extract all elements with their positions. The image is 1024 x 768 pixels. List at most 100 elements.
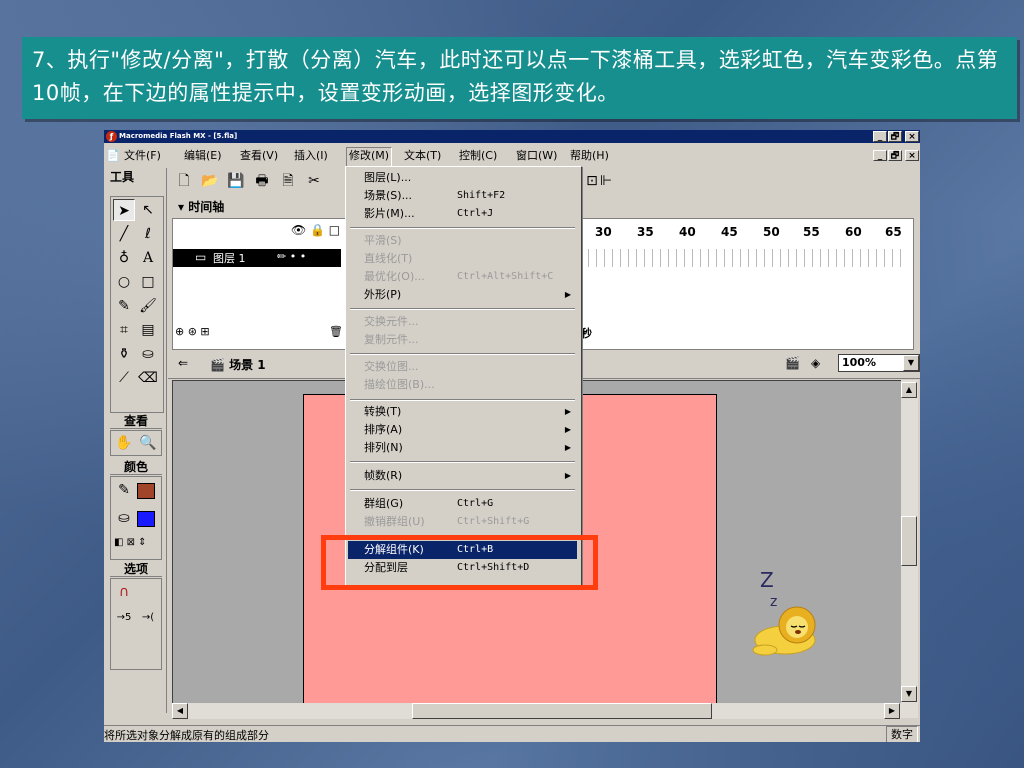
pen-tool-icon[interactable]: ♁ bbox=[113, 247, 135, 269]
menu-item-scene[interactable]: 场景(S)... Shift+F2 bbox=[348, 187, 577, 205]
edit-symbol-icon[interactable]: ◈ bbox=[811, 356, 820, 370]
frame-cells[interactable] bbox=[581, 249, 901, 267]
paint-bucket-tool-icon[interactable]: ⛀ bbox=[137, 343, 159, 365]
doc-restore-button[interactable]: 🗗 bbox=[888, 150, 902, 161]
menu-item-straighten[interactable]: 直线化(T) bbox=[348, 250, 577, 268]
menu-edit[interactable]: 编辑(E) bbox=[184, 147, 222, 165]
frame-number: 60 bbox=[845, 225, 862, 239]
straighten-icon[interactable]: →( bbox=[137, 607, 159, 629]
doc-close-button[interactable]: × bbox=[905, 150, 919, 161]
layer-row[interactable]: ▭ 图层 1 ✏ • • bbox=[173, 249, 341, 267]
save-icon[interactable]: 💾 bbox=[226, 171, 246, 191]
line-tool-icon[interactable]: ╱ bbox=[113, 223, 135, 245]
lasso-tool-icon[interactable]: ℓ bbox=[137, 223, 159, 245]
scroll-up-icon[interactable]: ▲ bbox=[901, 382, 917, 398]
fill-color-swatch[interactable] bbox=[137, 511, 155, 527]
menu-item-trace-bitmap[interactable]: 描绘位图(B)... bbox=[348, 376, 577, 394]
eye-lock-outline-icons[interactable]: 👁 🔒 □ bbox=[291, 223, 340, 237]
free-transform-tool-icon[interactable]: ⌗ bbox=[113, 319, 135, 341]
zoom-select[interactable]: 100% ▼ bbox=[838, 354, 920, 372]
hscroll-thumb[interactable] bbox=[412, 703, 712, 719]
menu-file[interactable]: 文件(F) bbox=[124, 147, 161, 165]
menu-item-label: 直线化(T) bbox=[364, 252, 413, 265]
menu-item-swap-symbol[interactable]: 交换元件... bbox=[348, 313, 577, 331]
statusbar: 将所选对象分解成原有的组成部分 数字 bbox=[104, 725, 920, 742]
menu-item-shortcut: Shift+F2 bbox=[457, 190, 506, 201]
scroll-right-icon[interactable]: ▶ bbox=[884, 703, 900, 719]
new-file-icon[interactable]: 🗋 bbox=[174, 171, 194, 191]
menu-item-layer[interactable]: 图层(L)... bbox=[348, 169, 577, 187]
menu-item-label: 描绘位图(B)... bbox=[364, 378, 435, 391]
scroll-left-icon[interactable]: ◀ bbox=[172, 703, 188, 719]
color-swap-icons[interactable]: ◧ ⊠ ⇕ bbox=[114, 537, 147, 548]
align-icon[interactable]: ⊩ bbox=[596, 171, 616, 191]
fill-transform-tool-icon[interactable]: ▤ bbox=[137, 319, 159, 341]
stroke-color-swatch[interactable] bbox=[137, 483, 155, 499]
scroll-down-icon[interactable]: ▼ bbox=[901, 686, 917, 702]
print-icon[interactable]: 🖶 bbox=[252, 171, 272, 191]
menu-item-shape[interactable]: 外形(P) ▶ bbox=[348, 286, 577, 304]
menu-item-label: 复制元件... bbox=[364, 333, 419, 346]
back-arrow-icon[interactable]: ⇐ bbox=[178, 356, 188, 370]
timeline-label: ▾ 时间轴 bbox=[178, 198, 224, 215]
window-titlebar: ƒ Macromedia Flash MX - [5.fla] _ 🗗 × bbox=[104, 130, 920, 143]
cut-icon[interactable]: ✂ bbox=[304, 171, 324, 191]
subselect-tool-icon[interactable]: ↖ bbox=[137, 199, 159, 221]
frame-number: 65 bbox=[885, 225, 902, 239]
menu-item-smooth[interactable]: 平滑(S) bbox=[348, 232, 577, 250]
menu-item-ungroup[interactable]: 撤销群组(U) Ctrl+Shift+G bbox=[348, 513, 577, 531]
menu-item-frames[interactable]: 帧数(R) ▶ bbox=[348, 467, 577, 485]
chevron-down-icon[interactable]: ▼ bbox=[903, 355, 919, 371]
menu-item-transform[interactable]: 转换(T) ▶ bbox=[348, 403, 577, 421]
trash-icon[interactable]: 🗑 bbox=[329, 325, 343, 338]
timeline-title: 时间轴 bbox=[188, 200, 225, 214]
menu-item-optimize[interactable]: 最优化(O)... Ctrl+Alt+Shift+C bbox=[348, 268, 577, 286]
horizontal-scrollbar[interactable]: ◀ ▶ bbox=[172, 703, 901, 719]
menu-item-group[interactable]: 群组(G) Ctrl+G bbox=[348, 495, 577, 513]
menu-modify[interactable]: 修改(M) bbox=[346, 147, 393, 167]
menu-separator bbox=[350, 353, 575, 355]
menu-item-duplicate-symbol[interactable]: 复制元件... bbox=[348, 331, 577, 349]
menu-item-label: 交换元件... bbox=[364, 315, 419, 328]
rectangle-tool-icon[interactable]: □ bbox=[137, 271, 159, 293]
smooth-icon[interactable]: →5 bbox=[113, 607, 135, 629]
open-file-icon[interactable]: 📂 bbox=[200, 171, 220, 191]
scroll-thumb[interactable] bbox=[901, 516, 917, 566]
color-tools: ✎ ⛀ ◧ ⊠ ⇕ bbox=[110, 476, 162, 560]
pencil-edit-icon: ✏ • • bbox=[277, 250, 307, 263]
menu-item-movie[interactable]: 影片(M)... Ctrl+J bbox=[348, 205, 577, 223]
menu-item-swap-bitmap[interactable]: 交换位图... bbox=[348, 358, 577, 376]
eraser-tool-icon[interactable]: ⌫ bbox=[137, 367, 159, 389]
brush-tool-icon[interactable]: 🖌 bbox=[137, 295, 159, 317]
menu-text[interactable]: 文本(T) bbox=[404, 147, 441, 165]
restore-button[interactable]: 🗗 bbox=[888, 131, 902, 142]
menu-item-align[interactable]: 排列(N) ▶ bbox=[348, 439, 577, 457]
oval-tool-icon[interactable]: ○ bbox=[113, 271, 135, 293]
menu-insert[interactable]: 插入(I) bbox=[294, 147, 328, 165]
close-button[interactable]: × bbox=[905, 131, 919, 142]
layer-icon: ▭ bbox=[195, 250, 207, 264]
ink-bottle-tool-icon[interactable]: ⚱ bbox=[113, 343, 135, 365]
minimize-button[interactable]: _ bbox=[873, 131, 887, 142]
print-preview-icon[interactable]: 🗎 bbox=[278, 171, 298, 191]
menu-window[interactable]: 窗口(W) bbox=[516, 147, 557, 165]
hand-tool-icon[interactable]: ✋ bbox=[113, 432, 135, 454]
zoom-tool-icon[interactable]: 🔍 bbox=[137, 432, 159, 454]
doc-minimize-button[interactable]: _ bbox=[873, 150, 887, 161]
snap-magnet-icon[interactable]: ∩ bbox=[113, 581, 135, 603]
add-layer-icons[interactable]: ⊕ ⊛ ⊞ bbox=[175, 325, 210, 338]
menu-control[interactable]: 控制(C) bbox=[459, 147, 497, 165]
vertical-scrollbar[interactable]: ▲ ▼ bbox=[901, 380, 918, 718]
arrow-tool-icon[interactable]: ➤ bbox=[113, 199, 135, 221]
callout-highlight-box bbox=[321, 535, 598, 590]
menu-item-arrange[interactable]: 排序(A) ▶ bbox=[348, 421, 577, 439]
pencil-tool-icon[interactable]: ✎ bbox=[113, 295, 135, 317]
edit-scene-icon[interactable]: 🎬 bbox=[785, 356, 800, 370]
menu-help[interactable]: 帮助(H) bbox=[570, 147, 609, 165]
menu-view[interactable]: 查看(V) bbox=[240, 147, 278, 165]
text-tool-icon[interactable]: A bbox=[137, 247, 159, 269]
frame-ruler: 30 35 40 45 50 55 60 65 bbox=[581, 219, 911, 249]
view-section-label: 查看 bbox=[110, 414, 162, 429]
eyedropper-tool-icon[interactable]: ⟋ bbox=[113, 367, 135, 389]
sleep-z-large: Z bbox=[760, 568, 774, 592]
